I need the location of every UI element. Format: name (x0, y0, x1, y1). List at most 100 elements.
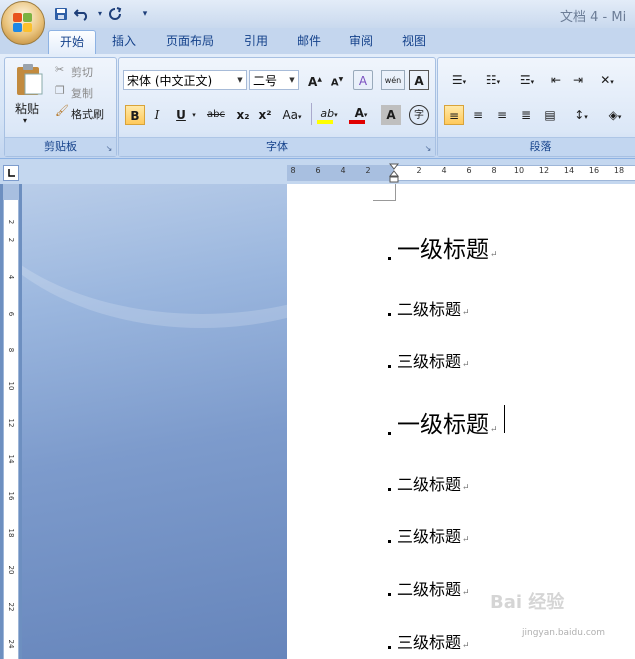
heading-level-3[interactable]: 三级标题↵ (388, 523, 470, 547)
heading-text: 二级标题 (397, 580, 462, 599)
copy-button[interactable]: ❐ 复制 (53, 83, 113, 101)
align-left-button[interactable]: ≡ (444, 105, 464, 125)
tab-home[interactable]: 开始 (48, 30, 96, 55)
heading-text: 二级标题 (397, 475, 462, 494)
italic-button[interactable]: I (147, 105, 167, 125)
redo-icon[interactable] (106, 5, 124, 23)
ruler-mark: 10 (7, 381, 15, 391)
heading-level-3[interactable]: 三级标题↵ (388, 348, 470, 372)
align-right-button[interactable]: ≡ (492, 105, 512, 125)
save-icon[interactable] (52, 5, 70, 23)
italic-icon: I (154, 108, 160, 122)
bold-button[interactable]: B (125, 105, 145, 125)
grow-font-button[interactable]: A▲ (305, 70, 325, 90)
decrease-indent-icon: ⇤ (550, 73, 562, 87)
format-painter-button[interactable]: 🖌 格式刷 (53, 104, 115, 122)
increase-indent-button[interactable]: ⇥ (568, 70, 588, 90)
enclose-characters-icon: 字 (414, 110, 424, 121)
cut-button[interactable]: ✂ 剪切 (53, 62, 113, 80)
chevron-down-icon: ▼ (237, 76, 243, 84)
highlight-icon: ab (320, 107, 335, 120)
ruler-mark: 16 (7, 491, 15, 501)
change-case-button[interactable]: Aa▾ (279, 105, 305, 125)
ruler-mark: 4 (441, 166, 447, 175)
paragraph-mark: ↵ (490, 250, 498, 260)
ruler-mark: 14 (563, 166, 575, 175)
tab-mailings[interactable]: 邮件 (289, 30, 329, 54)
distributed-button[interactable]: ▤ (540, 105, 560, 125)
dialog-launcher-icon[interactable]: ↘ (424, 145, 432, 153)
shading-button[interactable]: ◈▾ (600, 105, 630, 125)
enclose-characters-button[interactable]: 字 (409, 105, 429, 125)
text-cursor (504, 405, 505, 433)
tab-insert[interactable]: 插入 (104, 30, 144, 54)
strikethrough-icon: abc (207, 109, 225, 120)
bullets-button[interactable]: ☰▾ (444, 70, 474, 90)
phonetic-guide-icon: wén (384, 76, 402, 85)
tab-stop-selector[interactable] (3, 165, 19, 181)
tab-review[interactable]: 审阅 (341, 30, 381, 54)
office-button[interactable] (1, 1, 45, 45)
strikethrough-button[interactable]: abc (203, 105, 229, 125)
ruler-mark: 8 (290, 166, 296, 175)
heading-level-2[interactable]: 二级标题↵ (388, 296, 470, 320)
justify-icon: ≣ (520, 108, 532, 122)
heading-text: 一级标题 (397, 412, 489, 438)
tab-references[interactable]: 引用 (236, 30, 276, 54)
heading-level-3[interactable]: 三级标题↵ (388, 629, 470, 653)
font-color-button[interactable]: A▾ (347, 103, 375, 124)
tab-view[interactable]: 视图 (394, 30, 434, 54)
ruler-mark: 2 (365, 166, 371, 175)
undo-icon[interactable] (73, 5, 91, 23)
decrease-indent-button[interactable]: ⇤ (546, 70, 566, 90)
justify-button[interactable]: ≣ (516, 105, 536, 125)
underline-dropdown-icon[interactable]: ▾ (189, 105, 199, 125)
numbering-button[interactable]: ☷▾ (478, 70, 508, 90)
ruler-mark: 8 (491, 166, 497, 175)
separator (311, 103, 312, 125)
clear-formatting-button[interactable]: A (353, 70, 373, 90)
character-shading-button[interactable]: A (381, 105, 401, 125)
multilevel-list-icon: ☲ (519, 73, 531, 87)
ruler-mark: 6 (7, 311, 15, 317)
clipboard-group-title: 剪贴板 (44, 140, 77, 153)
dialog-launcher-icon[interactable]: ↘ (105, 145, 113, 153)
align-center-icon: ≡ (472, 108, 484, 122)
format-painter-label: 格式刷 (71, 108, 104, 121)
paste-button[interactable]: 粘贴 ▾ (11, 62, 47, 132)
bullets-icon: ☰ (451, 73, 463, 87)
multilevel-list-button[interactable]: ☲▾ (512, 70, 542, 90)
phonetic-guide-button[interactable]: wén (381, 70, 405, 90)
heading-level-1[interactable]: 一级标题↵ (388, 230, 498, 264)
customize-toolbar-icon[interactable]: ▾ (136, 5, 154, 23)
underline-button[interactable]: U (171, 105, 191, 125)
font-size-combo[interactable]: 二号 ▼ (249, 70, 299, 90)
heading-level-2[interactable]: 二级标题↵ (388, 471, 470, 495)
indent-marker[interactable] (388, 163, 400, 185)
heading-level-1[interactable]: 一级标题↵ (388, 405, 505, 439)
paint-bucket-icon: ◈ (608, 108, 618, 122)
shrink-font-button[interactable]: A▼ (327, 70, 347, 90)
align-center-button[interactable]: ≡ (468, 105, 488, 125)
heading-level-2[interactable]: 二级标题↵ (388, 576, 470, 600)
character-border-button[interactable]: A (409, 70, 429, 90)
highlight-color-swatch (317, 120, 333, 124)
window-title: 文档 4 - Mi (560, 10, 627, 25)
subscript-button[interactable]: x₂ (233, 105, 253, 125)
superscript-button[interactable]: x² (255, 105, 275, 125)
clear-formatting-icon: A (358, 74, 368, 88)
grow-font-icon: A (308, 75, 318, 89)
heading-text: 三级标题 (397, 527, 462, 546)
ruler-mark: 2 (416, 166, 422, 175)
chinese-layout-button[interactable]: ✕▾ (592, 70, 622, 90)
line-spacing-button[interactable]: ↕▾ (566, 105, 596, 125)
increase-indent-icon: ⇥ (572, 73, 584, 87)
paragraph-mark: ↵ (462, 308, 470, 318)
text-highlight-button[interactable]: ab▾ (315, 103, 343, 124)
tab-page-layout[interactable]: 页面布局 (159, 30, 221, 54)
ruler-mark: 6 (315, 166, 321, 175)
font-name-combo[interactable]: 宋体 (中文正文) ▼ (123, 70, 247, 90)
paragraph-mark: ↵ (462, 483, 470, 493)
heading-text: 三级标题 (397, 352, 462, 371)
character-border-icon: A (414, 74, 424, 88)
